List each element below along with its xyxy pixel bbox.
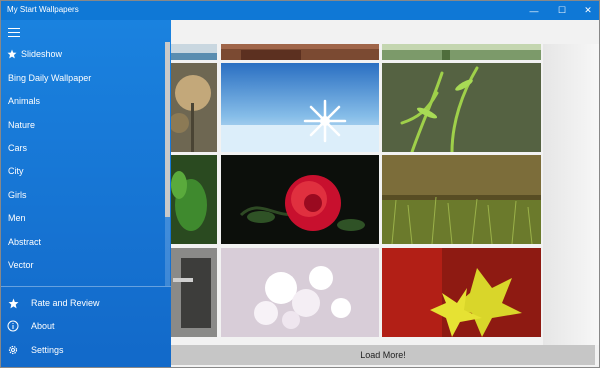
- maximize-icon: ☐: [557, 5, 567, 15]
- wallpaper-tile[interactable]: [221, 44, 379, 60]
- title-bar: My Start Wallpapers — ☐ ✕: [1, 1, 599, 20]
- sidebar-item-abstract[interactable]: Abstract: [1, 232, 165, 252]
- wallpaper-tile[interactable]: [382, 63, 541, 152]
- wallpaper-tile[interactable]: [221, 248, 379, 337]
- gear-icon: [7, 344, 19, 356]
- sidebar-item-men[interactable]: Men: [1, 208, 165, 228]
- sidebar-item-label: Animals: [8, 96, 41, 106]
- wallpaper-tile[interactable]: [221, 155, 379, 244]
- maximize-button[interactable]: ☐: [549, 1, 575, 20]
- sidebar-item-label: Men: [8, 213, 26, 223]
- sidebar-scrollbar[interactable]: [165, 42, 170, 286]
- star-icon: [7, 297, 19, 309]
- sidebar-item-cars[interactable]: Cars: [1, 138, 165, 158]
- wallpaper-tile[interactable]: [171, 248, 217, 337]
- about-label: About: [31, 321, 55, 331]
- sidebar-item-city[interactable]: City: [1, 161, 165, 181]
- wallpaper-tile[interactable]: [382, 44, 541, 60]
- wallpaper-tile[interactable]: [221, 63, 379, 152]
- close-button[interactable]: ✕: [575, 1, 599, 20]
- navigation-pane: Slideshow Bing Daily Wallpaper Animals N…: [1, 20, 171, 367]
- minimize-icon: —: [529, 5, 539, 16]
- sidebar-item-label: Girls: [8, 190, 27, 200]
- hamburger-icon[interactable]: [7, 26, 21, 38]
- sidebar-item-label: Bing Daily Wallpaper: [8, 73, 92, 83]
- sidebar-item-label: City: [8, 166, 24, 176]
- main-content: Load More! Slideshow Bing Daily Wallpape…: [1, 20, 599, 367]
- sidebar-item-label: Abstract: [8, 237, 42, 247]
- sidebar-item-nature[interactable]: Nature: [1, 115, 165, 135]
- sidebar-item-bing-daily-wallpaper[interactable]: Bing Daily Wallpaper: [1, 68, 165, 88]
- star-icon: [6, 48, 18, 60]
- wallpaper-tile[interactable]: [382, 155, 541, 244]
- wallpaper-tile[interactable]: [171, 63, 217, 152]
- sidebar-item-slideshow[interactable]: Slideshow: [1, 44, 165, 64]
- wallpaper-tile[interactable]: [171, 155, 217, 244]
- gallery-margin: [543, 44, 599, 345]
- load-more-button[interactable]: Load More!: [171, 345, 595, 365]
- minimize-button[interactable]: —: [521, 1, 547, 20]
- wallpaper-tile[interactable]: [171, 44, 217, 60]
- rate-and-review-label: Rate and Review: [31, 298, 100, 308]
- wallpaper-tile[interactable]: [382, 248, 541, 337]
- window-title: My Start Wallpapers: [7, 5, 79, 14]
- settings-button[interactable]: Settings: [1, 339, 171, 361]
- close-icon: ✕: [584, 5, 592, 15]
- sidebar-divider: [1, 286, 171, 287]
- sidebar-item-vector[interactable]: Vector: [1, 255, 165, 275]
- settings-label: Settings: [31, 345, 64, 355]
- sidebar-scroll-thumb[interactable]: [165, 42, 170, 217]
- sidebar-item-label: Slideshow: [21, 49, 63, 59]
- sidebar-item-animals[interactable]: Animals: [1, 91, 165, 111]
- sidebar-item-girls[interactable]: Girls: [1, 185, 165, 205]
- sidebar-item-label: Vector: [8, 260, 34, 270]
- sidebar-item-label: Nature: [8, 120, 36, 130]
- rate-and-review-button[interactable]: Rate and Review: [1, 292, 171, 314]
- sidebar-item-label: Cars: [8, 143, 28, 153]
- info-icon: [7, 320, 19, 332]
- about-button[interactable]: About: [1, 315, 171, 337]
- app-window: My Start Wallpapers — ☐ ✕ Load More! Sli…: [0, 0, 600, 368]
